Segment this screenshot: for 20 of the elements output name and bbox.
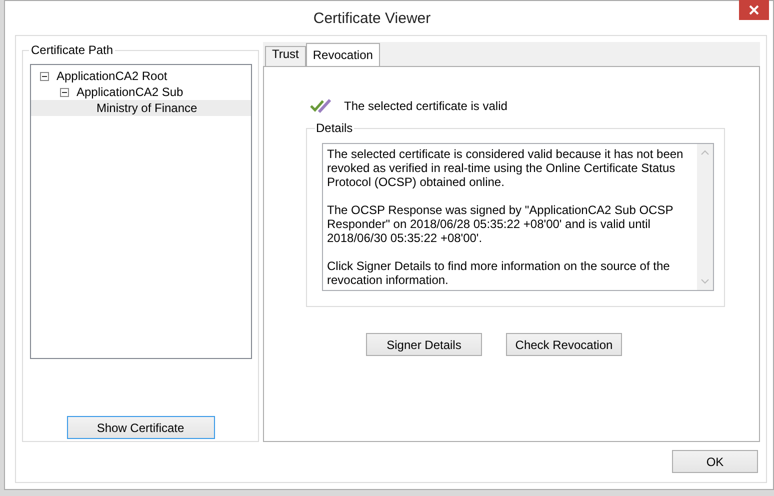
details-paragraph: Click Signer Details to find more information on the source of the revocation information. [327, 259, 671, 287]
close-button[interactable] [739, 0, 769, 20]
check-revocation-button[interactable]: Check Revocation [506, 333, 622, 356]
group-label: Certificate Path [29, 43, 116, 57]
status-text: The selected certificate is valid [344, 99, 508, 113]
collapse-icon[interactable] [40, 72, 48, 80]
tab[interactable]: Trust [265, 46, 306, 66]
tab[interactable]: Revocation [306, 43, 380, 66]
show-certificate-button[interactable]: Show Certificate [66, 416, 214, 439]
tree-item[interactable]: Ministry of Finance [30, 100, 250, 116]
window-title: Certificate Viewer [312, 9, 432, 27]
ok-button[interactable]: OK [672, 450, 758, 473]
close-icon [749, 5, 759, 15]
collapse-icon[interactable] [60, 88, 68, 96]
group-label: Details [315, 121, 354, 135]
tree-item[interactable]: ApplicationCA2 Root [30, 68, 250, 84]
tree-item[interactable]: ApplicationCA2 Sub [30, 84, 250, 100]
details-paragraph: The selected certificate is considered valid because it has not been revoked as verified in real-time using the Online Certificate Status Protocol (OCSP) obtained online. [327, 147, 684, 189]
signer-details-button[interactable]: Signer Details [366, 333, 482, 356]
details-paragraph: The OCSP Response was signed by "ApplicationCA2 Sub OCSP Responder" on 2018/06/28 05:35:22 +08'00' and is valid until 2018/06/30 05:35:22 +08'00'. [327, 203, 674, 245]
